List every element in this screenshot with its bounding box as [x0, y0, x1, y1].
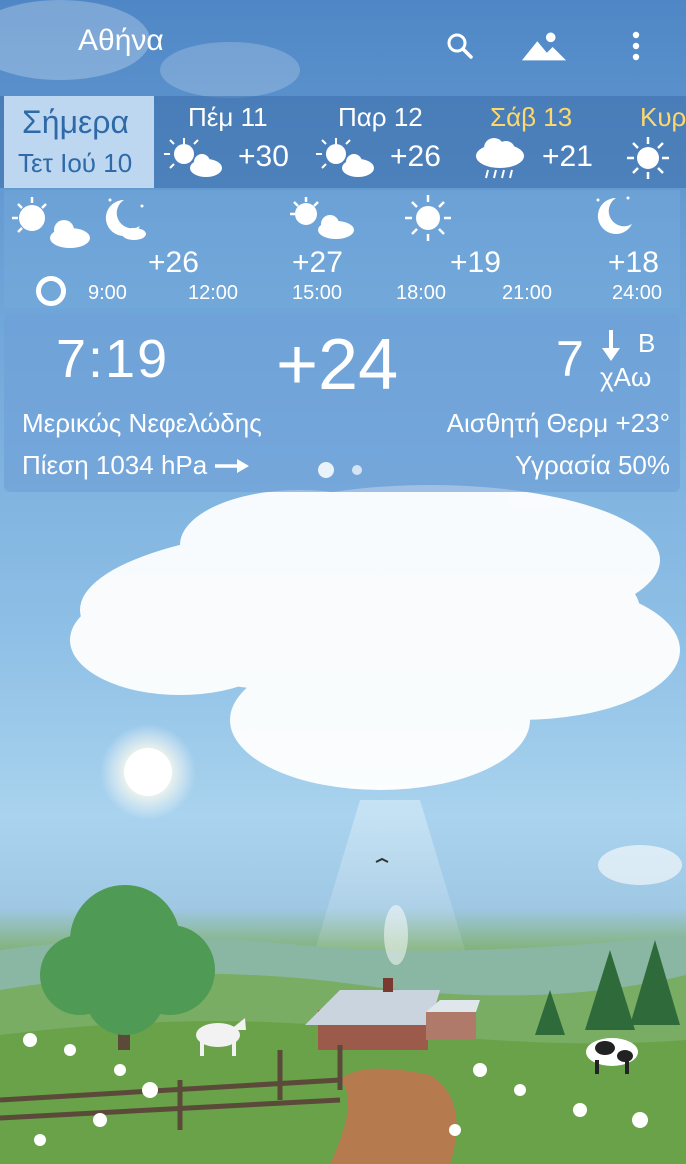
feels-like: Αισθητή Θερμ +23° [446, 408, 670, 438]
today-date: Τετ Ιού 10 [18, 148, 133, 178]
current-temperature: +24 [276, 325, 399, 405]
wind-unit: χΑω [600, 362, 652, 392]
partly-cloudy-icon [164, 136, 228, 185]
hour-time: 21:00 [502, 282, 553, 304]
wind-direction: Β [638, 328, 656, 358]
sun-icon [626, 136, 670, 185]
hour-temp: +26 [148, 246, 199, 279]
daily-forecast-strip: Σήμερα Τετ Ιού 10 Πέμ 11 +30 Παρ 12 +26 … [0, 96, 686, 188]
day-name: Κυρ [640, 102, 686, 132]
day-item[interactable]: Πέμ 11 +30 [162, 96, 312, 188]
day-item[interactable]: Κυρ [622, 96, 686, 188]
hour-time: 24:00 [612, 282, 663, 304]
top-bar: Αθήνα [0, 0, 686, 92]
hour-time: 12:00 [188, 282, 239, 304]
page-dot-active [318, 462, 334, 478]
hour-time: 9:00 [88, 282, 127, 304]
landscape-icon[interactable] [520, 22, 568, 70]
humidity: Υγρασία 50% [514, 450, 670, 480]
current-time-indicator [36, 276, 66, 306]
page-indicator [318, 462, 362, 478]
day-temp: +21 [542, 140, 593, 173]
city-name[interactable]: Αθήνα [78, 24, 164, 58]
moon-icon [588, 192, 636, 245]
day-temp: +30 [238, 140, 289, 173]
hourly-forecast-strip[interactable]: +26 +27 +19 +18 9:00 12:00 15:00 18:00 2… [4, 190, 680, 308]
more-vert-icon[interactable] [612, 22, 660, 70]
search-icon[interactable] [436, 22, 484, 70]
condition-text: Μερικώς Νεφελώδης [22, 408, 262, 438]
moon-cloud-icon [98, 194, 150, 249]
current-conditions-panel[interactable]: 7:19 +24 7 Β χΑω Μερικώς Νεφελώδης Αισθη… [4, 314, 680, 492]
rain-cloud-icon [472, 136, 528, 187]
hour-temp: +19 [450, 246, 501, 279]
day-item[interactable]: Σάβ 13 +21 [468, 96, 618, 188]
current-time: 7:19 [56, 329, 170, 389]
day-item[interactable]: Παρ 12 +26 [314, 96, 464, 188]
page-dot [352, 465, 362, 475]
sun-icon [404, 194, 452, 247]
day-today[interactable]: Σήμερα Τετ Ιού 10 [4, 96, 154, 188]
day-temp: +26 [390, 140, 441, 173]
hour-temp: +27 [292, 246, 343, 279]
pressure-trend-arrow-icon [215, 450, 250, 481]
pressure-row: Πίεση 1034 hPa [22, 450, 250, 481]
hour-time: 18:00 [396, 282, 447, 304]
day-name: Παρ 12 [338, 102, 423, 132]
hour-temp: +18 [608, 246, 659, 279]
pressure-text: Πίεση 1034 hPa [22, 450, 208, 480]
partly-cloudy-icon [288, 196, 358, 247]
day-name: Σάβ 13 [490, 102, 573, 132]
wind-speed: 7 [556, 331, 584, 387]
partly-cloudy-icon [316, 136, 380, 185]
day-name: Πέμ 11 [188, 102, 268, 132]
hour-time: 15:00 [292, 282, 343, 304]
partly-cloudy-icon [10, 196, 92, 253]
today-label: Σήμερα [22, 104, 129, 140]
